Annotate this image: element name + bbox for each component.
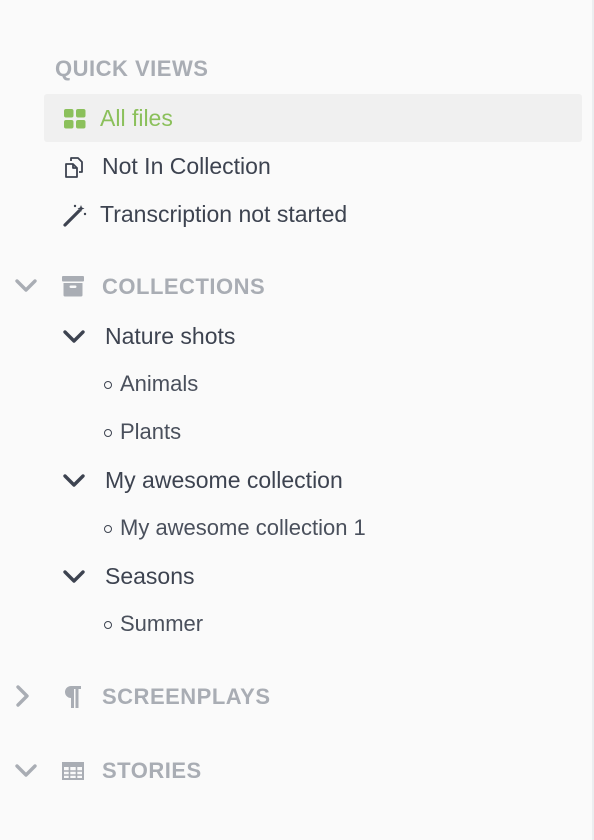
- chevron-down-icon: [62, 471, 86, 491]
- collection-item-label: Plants: [120, 419, 182, 444]
- table-icon: [62, 761, 84, 781]
- collection-item-animals[interactable]: Animals: [104, 371, 198, 397]
- chevron-down-icon: [14, 276, 38, 296]
- quick-view-all-files[interactable]: All files: [64, 105, 173, 132]
- collection-group-label: My awesome collection: [105, 467, 343, 493]
- collection-group-nature-shots[interactable]: Nature shots: [62, 323, 235, 350]
- chevron-down-icon: [62, 567, 86, 587]
- collections-heading[interactable]: COLLECTIONS: [102, 274, 265, 300]
- collections-toggle[interactable]: [14, 276, 38, 296]
- quick-view-transcription-not-started[interactable]: Transcription not started: [63, 201, 347, 228]
- magic-wand-icon: [63, 203, 87, 227]
- collection-item-plants[interactable]: Plants: [104, 419, 181, 445]
- quick-view-label: All files: [100, 105, 173, 131]
- grid-icon: [64, 108, 86, 130]
- pilcrow-icon: [63, 684, 83, 710]
- collection-item-summer[interactable]: Summer: [104, 611, 203, 637]
- bullet-icon: [104, 525, 112, 533]
- bullet-icon: [104, 381, 112, 389]
- collection-item-label: My awesome collection 1: [120, 515, 366, 540]
- chevron-down-icon: [62, 327, 86, 347]
- copy-docs-icon: [64, 155, 88, 179]
- collection-group-label: Seasons: [105, 563, 195, 589]
- archive-box-icon: [62, 275, 84, 297]
- screenplays-toggle[interactable]: [14, 684, 32, 708]
- quick-views-heading: QUICK VIEWS: [55, 56, 209, 81]
- stories-heading[interactable]: STORIES: [102, 758, 202, 784]
- quick-view-not-in-collection[interactable]: Not In Collection: [64, 153, 271, 180]
- bullet-icon: [104, 621, 112, 629]
- chevron-right-icon: [14, 684, 32, 708]
- quick-view-label: Transcription not started: [100, 201, 348, 227]
- screenplays-heading[interactable]: SCREENPLAYS: [102, 684, 271, 710]
- collection-group-my-awesome-collection[interactable]: My awesome collection: [62, 467, 343, 494]
- quick-view-label: Not In Collection: [102, 153, 271, 179]
- collection-item-my-awesome-collection-1[interactable]: My awesome collection 1: [104, 515, 366, 541]
- collection-group-label: Nature shots: [105, 323, 236, 349]
- collection-item-label: Animals: [120, 371, 199, 396]
- bullet-icon: [104, 429, 112, 437]
- chevron-down-icon: [14, 761, 38, 781]
- collection-item-label: Summer: [120, 611, 204, 636]
- stories-toggle[interactable]: [14, 761, 38, 781]
- collection-group-seasons[interactable]: Seasons: [62, 563, 195, 590]
